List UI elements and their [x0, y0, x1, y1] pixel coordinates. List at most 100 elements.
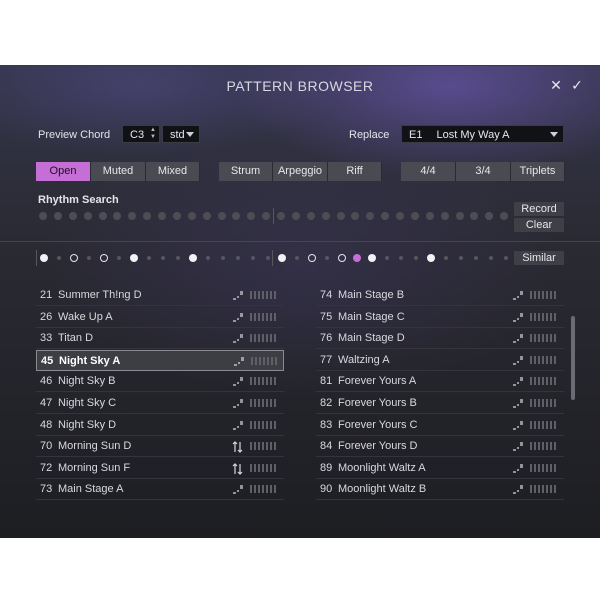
- window-title: PATTERN BROWSER: [226, 78, 374, 94]
- pattern-step-small: [87, 256, 92, 260]
- rhythm-step[interactable]: [440, 212, 449, 220]
- replace-dropdown[interactable]: E1 Lost My Way A: [401, 125, 564, 143]
- rhythm-step[interactable]: [277, 212, 285, 220]
- preview-type-dropdown[interactable]: std: [162, 125, 200, 143]
- pattern-number: 75: [320, 310, 333, 323]
- rhythm-step[interactable]: [425, 212, 434, 220]
- rhythm-step[interactable]: [336, 212, 345, 220]
- rhythm-step[interactable]: [321, 212, 330, 220]
- type-tab-group: Strum Arpeggio Riff: [219, 162, 382, 181]
- tab-4-4[interactable]: 4/4: [401, 162, 456, 181]
- rhythm-step[interactable]: [351, 212, 360, 220]
- pattern-number: 84: [320, 440, 333, 453]
- pattern-row[interactable]: 26 Wake Up A: [36, 307, 284, 328]
- rhythm-step[interactable]: [291, 212, 300, 220]
- rhythm-search-grid[interactable]: [36, 208, 512, 224]
- similar-button[interactable]: Similar: [514, 251, 564, 265]
- pattern-row[interactable]: 73 Main Stage A: [36, 479, 284, 501]
- tab-mixed[interactable]: Mixed: [146, 162, 200, 181]
- rhythm-step[interactable]: [366, 212, 375, 220]
- rhythm-step[interactable]: [187, 212, 196, 220]
- pattern-name: Waltzing A: [338, 353, 390, 366]
- pattern-step-small: [295, 256, 300, 260]
- tab-muted[interactable]: Muted: [91, 162, 146, 181]
- rhythm-step[interactable]: [39, 212, 47, 220]
- preview-note-stepper[interactable]: C3 ▲ ▼: [122, 125, 160, 143]
- strum-icon: [512, 311, 524, 323]
- pattern-row[interactable]: 45 Night Sky A: [36, 349, 284, 371]
- pattern-step-big-white: [427, 254, 436, 262]
- pattern-row[interactable]: 75 Main Stage C: [316, 307, 564, 328]
- pattern-row[interactable]: 70 Morning Sun D: [36, 436, 284, 458]
- pattern-step-small: [116, 256, 121, 260]
- pattern-name: Night Sky D: [58, 418, 117, 431]
- pattern-row[interactable]: 46 Night Sky B: [36, 371, 284, 393]
- rhythm-step[interactable]: [217, 212, 226, 220]
- tab-3-4[interactable]: 3/4: [456, 162, 511, 181]
- record-button[interactable]: Record: [514, 202, 564, 216]
- bar-separator: [272, 250, 273, 266]
- rhythm-step[interactable]: [158, 212, 166, 220]
- pattern-row[interactable]: 47 Night Sky C: [36, 393, 284, 414]
- stepper-arrows-icon[interactable]: ▲ ▼: [150, 127, 156, 141]
- list-scrollbar[interactable]: [571, 316, 575, 400]
- pattern-row[interactable]: 82 Forever Yours B: [316, 393, 564, 414]
- rhythm-step[interactable]: [410, 212, 419, 220]
- rhythm-step[interactable]: [247, 212, 256, 220]
- pattern-number: 47: [40, 397, 53, 409]
- strum-icon: [512, 462, 524, 474]
- tab-riff[interactable]: Riff: [328, 162, 382, 181]
- pattern-step-ring: [70, 254, 79, 262]
- pattern-row[interactable]: 90 Moonlight Waltz B: [316, 479, 564, 501]
- rhythm-step[interactable]: [128, 212, 137, 220]
- pattern-row[interactable]: 84 Forever Yours D: [316, 436, 564, 458]
- rhythm-step[interactable]: [113, 212, 122, 220]
- pattern-name: Forever Yours B: [338, 397, 417, 409]
- pattern-row[interactable]: 83 Forever Yours C: [316, 415, 564, 436]
- rhythm-step[interactable]: [232, 212, 241, 220]
- rhythm-step[interactable]: [68, 212, 77, 220]
- preview-type-value: std: [170, 129, 185, 141]
- close-icon[interactable]: ✕: [548, 77, 564, 93]
- pattern-row[interactable]: 48 Night Sky D: [36, 415, 284, 436]
- pattern-row[interactable]: 72 Morning Sun F: [36, 458, 284, 479]
- pattern-row[interactable]: 76 Main Stage D: [316, 328, 564, 350]
- pattern-row[interactable]: 74 Main Stage B: [316, 285, 564, 306]
- rhythm-step[interactable]: [262, 212, 271, 220]
- tab-strum[interactable]: Strum: [219, 162, 273, 181]
- rhythm-step[interactable]: [306, 212, 315, 220]
- pattern-number: 90: [320, 483, 333, 496]
- chevron-down-icon: [550, 132, 558, 137]
- section-divider: [0, 241, 600, 242]
- rhythm-step[interactable]: [470, 212, 479, 220]
- tab-triplets[interactable]: Triplets: [511, 162, 565, 181]
- pattern-step-small: [458, 256, 463, 260]
- rhythm-step[interactable]: [172, 212, 181, 220]
- pattern-row[interactable]: 77 Waltzing A: [316, 350, 564, 371]
- tab-arpeggio[interactable]: Arpeggio: [273, 162, 328, 181]
- pattern-row[interactable]: 21 Summer Th!ng D: [36, 285, 284, 306]
- confirm-icon[interactable]: ✓: [569, 77, 585, 93]
- rhythm-step[interactable]: [83, 212, 92, 220]
- pattern-name: Morning Sun F: [58, 461, 131, 474]
- pattern-name: Moonlight Waltz A: [338, 461, 426, 474]
- rhythm-step[interactable]: [381, 212, 390, 220]
- pattern-name: Forever Yours A: [338, 375, 417, 388]
- pattern-number: 74: [320, 289, 333, 301]
- pattern-row[interactable]: 33 Titan D: [36, 328, 284, 350]
- rhythm-step[interactable]: [143, 212, 152, 220]
- tab-open[interactable]: Open: [36, 162, 91, 181]
- rhythm-step[interactable]: [53, 212, 62, 220]
- pattern-name: Night Sky B: [58, 375, 116, 388]
- rhythm-step[interactable]: [202, 212, 211, 220]
- pattern-row[interactable]: 89 Moonlight Waltz A: [316, 458, 564, 479]
- clear-button[interactable]: Clear: [514, 218, 564, 232]
- rhythm-step[interactable]: [396, 212, 404, 220]
- rhythm-step[interactable]: [98, 212, 107, 220]
- pattern-row[interactable]: 81 Forever Yours A: [316, 371, 564, 393]
- rhythm-step[interactable]: [485, 212, 494, 220]
- pattern-number: 72: [40, 461, 53, 474]
- rhythm-step[interactable]: [455, 212, 464, 220]
- rhythm-step[interactable]: [500, 212, 509, 220]
- updown-icon: [232, 440, 244, 454]
